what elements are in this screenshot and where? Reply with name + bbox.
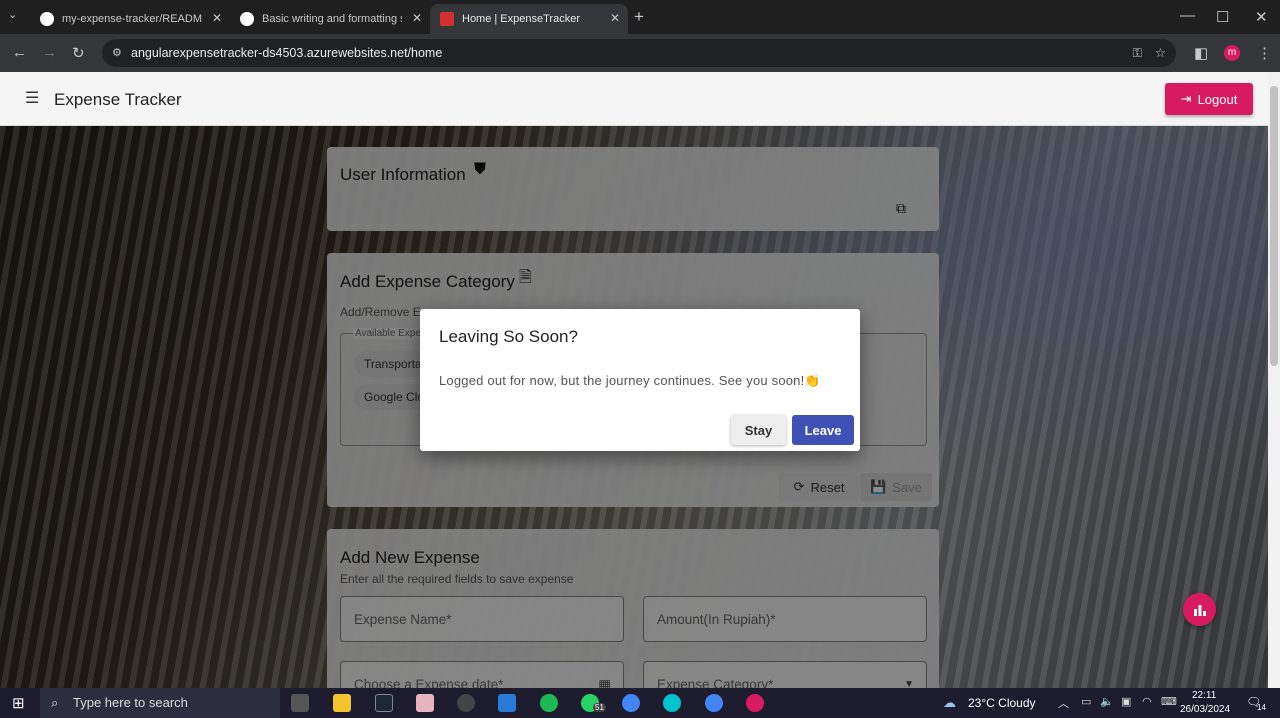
steam-icon[interactable] [375,694,393,712]
search-icon: ⌕ [51,695,59,710]
browser-menu-icon[interactable]: ⋮ [1257,44,1272,62]
tab-title: my-expense-tracker/README.m [62,13,202,25]
forward-icon[interactable]: → [42,44,57,61]
browser-tab-formatting[interactable]: Basic writing and formatting sy ✕ [230,4,430,34]
side-panel-icon[interactable]: ◧ [1194,44,1208,62]
weather-text[interactable]: 23°C Cloudy [968,696,1036,710]
vscode-icon[interactable] [498,694,516,712]
maximize-icon[interactable]: ☐ [1216,8,1229,26]
close-tab-icon[interactable]: ✕ [212,11,222,25]
cloud-weather-icon: ☁ [943,695,956,710]
close-window-icon[interactable]: ✕ [1255,8,1268,26]
logout-label: Logout [1197,91,1238,107]
logout-button[interactable]: ⇥ Logout [1165,83,1253,115]
keyboard-icon[interactable]: ⌨ [1161,695,1177,708]
canva-icon[interactable] [663,694,681,712]
scrollbar-thumb[interactable] [1270,86,1278,366]
url-text: angularexpensetracker-ds4503.azurewebsit… [131,46,443,60]
tab-search-dropdown-icon[interactable]: ⌄ [8,8,17,21]
profile-avatar[interactable]: m [1224,45,1240,61]
chrome-profile-icon[interactable] [705,694,723,712]
task-view-icon[interactable] [291,694,309,712]
windows-taskbar: ⊞ ⌕ Type here to search 51 ☁ 23°C Cloudy… [0,688,1280,718]
clock-time[interactable]: 22:11 [1192,690,1216,701]
password-key-icon[interactable]: ⚿ [1132,39,1142,67]
leave-button[interactable]: Leave [792,415,854,445]
dialog-title: Leaving So Soon? [439,327,578,346]
stay-button[interactable]: Stay [731,415,786,445]
chrome-icon[interactable] [622,694,640,712]
app-title: Expense Tracker [54,90,182,109]
menu-list-icon[interactable]: ☰ [25,88,39,108]
search-placeholder: Type here to search [73,695,188,710]
xbox-icon[interactable] [457,694,475,712]
tray-chevron-icon[interactable]: ︿ [1058,695,1069,711]
app-header: ☰ Expense Tracker ⇥ Logout [0,72,1268,126]
bar-chart-icon [1193,604,1206,616]
display-icon[interactable]: ▣ [1121,695,1131,708]
leave-confirmation-dialog: Leaving So Soon? Logged out for now, but… [420,309,860,451]
close-tab-icon[interactable]: ✕ [412,11,422,25]
browser-tab-expensetracker[interactable]: Home | ExpenseTracker ✕ [430,4,628,34]
whatsapp-badge: 51 [593,703,606,712]
github-icon [40,12,54,26]
tab-title: Home | ExpenseTracker [462,13,580,25]
back-icon[interactable]: ← [12,44,27,61]
logout-icon: ⇥ [1180,91,1192,106]
battery-icon: ▭ [1081,696,1092,708]
site-info-icon[interactable]: ⚙ [112,39,122,67]
windows-start-icon[interactable]: ⊞ [12,694,25,712]
wifi-icon[interactable]: ◠ [1142,695,1152,708]
notification-count: 14 [1257,703,1266,712]
tab-title: Basic writing and formatting sy [262,13,402,25]
volume-icon[interactable]: 🔈 [1100,695,1114,708]
chrome-active-icon[interactable] [746,694,764,712]
new-tab-icon[interactable]: + [634,7,644,27]
dialog-message: Logged out for now, but the journey cont… [439,373,821,388]
spotify-icon[interactable] [540,694,558,712]
close-tab-icon[interactable]: ✕ [610,11,620,25]
reload-icon[interactable]: ↻ [72,44,85,62]
analytics-fab-button[interactable] [1183,593,1216,626]
minimize-icon[interactable]: — [1180,7,1195,24]
browser-tab-readme[interactable]: my-expense-tracker/README.m ✕ [30,4,230,34]
github-icon [240,12,254,26]
browser-tab-bar: ⌄ my-expense-tracker/README.m ✕ Basic wr… [0,0,1280,34]
address-bar[interactable]: ⚙ angularexpensetracker-ds4503.azurewebs… [102,39,1176,67]
clock-date[interactable]: 26/03/2024 [1180,704,1230,715]
file-explorer-icon[interactable] [333,694,351,712]
app-icon[interactable] [416,694,434,712]
browser-toolbar: ← → ↻ ⚙ angularexpensetracker-ds4503.azu… [0,34,1280,72]
bookmark-star-icon[interactable]: ☆ [1155,39,1166,67]
expensetracker-favicon-icon [440,12,454,26]
page-scrollbar[interactable] [1268,72,1280,688]
taskbar-search-box[interactable]: ⌕ Type here to search [40,688,280,718]
